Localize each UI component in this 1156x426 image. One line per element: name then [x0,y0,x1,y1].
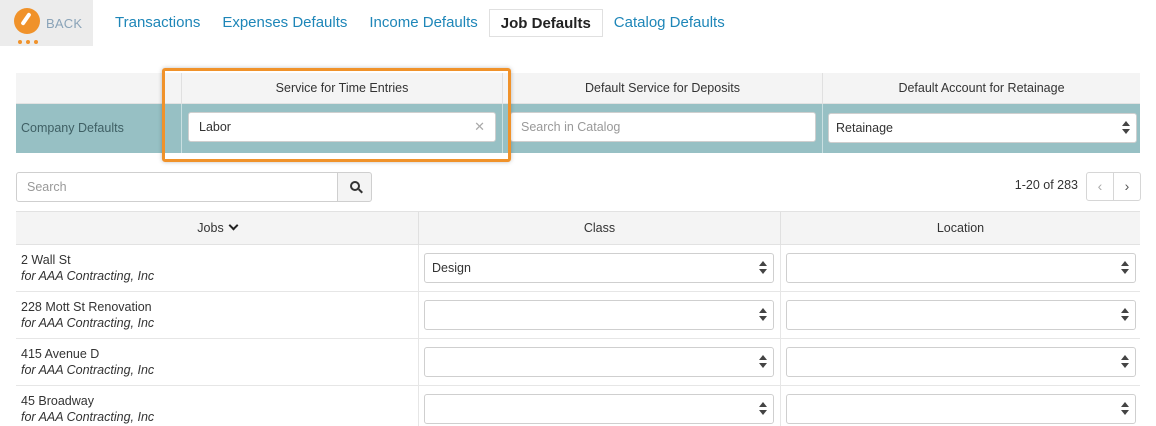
location-select[interactable] [786,300,1136,330]
column-divider [780,292,781,339]
jobs-header-label: Jobs [197,221,224,235]
select-arrows-icon [759,261,767,275]
company-defaults-label: Company Defaults [21,121,124,135]
tab-job-defaults[interactable]: Job Defaults [488,9,603,37]
service-deposits-cell: Search in Catalog [502,104,822,153]
class-select[interactable] [424,300,774,330]
jobs-column-header[interactable]: Jobs [16,212,418,245]
company-defaults-header: Service for Time Entries Default Service… [16,73,1140,104]
job-name: 415 Avenue D [21,347,100,361]
tab-expenses-defaults[interactable]: Expenses Defaults [211,9,358,37]
prev-page-button[interactable]: ‹ [1086,172,1114,201]
job-customer: for AAA Contracting, Inc [21,316,155,330]
top-nav: BACK Transactions Expenses Defaults Inco… [0,0,1156,46]
job-customer: for AAA Contracting, Inc [21,363,155,377]
job-name: 2 Wall St [21,253,71,267]
select-arrows-icon [1121,402,1129,416]
back-button[interactable]: BACK [0,0,93,46]
tab-bar: Transactions Expenses Defaults Income De… [104,9,736,37]
job-customer: for AAA Contracting, Inc [21,269,155,283]
account-retainage-value: Retainage [836,121,893,135]
column-divider [418,339,419,386]
service-deposits-input[interactable]: Search in Catalog [510,112,816,142]
job-name: 228 Mott St Renovation [21,300,152,314]
location-select[interactable] [786,347,1136,377]
search-input[interactable]: Search [16,172,338,202]
next-page-button[interactable]: › [1113,172,1141,201]
back-label: BACK [46,15,83,31]
class-select[interactable] [424,394,774,424]
service-deposits-header: Default Service for Deposits [502,73,822,104]
tab-catalog-defaults[interactable]: Catalog Defaults [603,9,736,37]
pagination-summary: 1-20 of 283 [1014,178,1078,192]
column-divider [418,245,419,292]
class-select[interactable]: Design [424,253,774,283]
class-select[interactable] [424,347,774,377]
tab-income-defaults[interactable]: Income Defaults [358,9,488,37]
location-select[interactable] [786,394,1136,424]
table-row: 415 Avenue D for AAA Contracting, Inc [16,339,1140,386]
select-arrows-icon [1121,308,1129,322]
jobs-table: Jobs Class Location 2 Wall St for AAA Co… [16,211,1140,426]
jobs-table-header: Jobs Class Location [16,211,1140,245]
company-defaults-row: Company Defaults Labor ✕ Search in Catal… [16,104,1140,153]
search-button[interactable] [337,172,372,202]
select-arrows-icon [1121,355,1129,369]
account-retainage-header: Default Account for Retainage [822,73,1140,104]
service-time-header: Service for Time Entries [181,73,502,104]
company-defaults-panel: Service for Time Entries Default Service… [16,73,1140,153]
table-row: 228 Mott St Renovation for AAA Contracti… [16,292,1140,339]
class-value: Design [432,261,471,275]
gauge-logo-icon [12,8,42,44]
clear-x-icon[interactable]: ✕ [474,113,485,141]
location-column-header: Location [780,212,1140,245]
location-select[interactable] [786,253,1136,283]
service-time-cell: Labor ✕ [181,104,502,153]
column-divider [780,245,781,292]
select-arrows-icon [759,355,767,369]
account-retainage-select[interactable]: Retainage [828,113,1137,143]
class-column-header: Class [418,212,780,245]
select-arrows-icon [759,308,767,322]
column-divider [780,339,781,386]
tab-transactions[interactable]: Transactions [104,9,211,37]
column-divider [418,386,419,426]
select-arrows-icon [1122,121,1130,135]
service-time-value: Labor [199,120,231,134]
select-arrows-icon [1121,261,1129,275]
column-divider [418,292,419,339]
column-divider [780,386,781,426]
chevron-down-icon [228,220,239,231]
account-retainage-cell: Retainage [822,104,1140,153]
job-customer: for AAA Contracting, Inc [21,410,155,424]
search-icon-handle [358,188,363,194]
service-time-input[interactable]: Labor ✕ [188,112,496,142]
table-row: 45 Broadway for AAA Contracting, Inc [16,386,1140,426]
job-name: 45 Broadway [21,394,94,408]
select-arrows-icon [759,402,767,416]
table-row: 2 Wall St for AAA Contracting, Inc Desig… [16,245,1140,292]
